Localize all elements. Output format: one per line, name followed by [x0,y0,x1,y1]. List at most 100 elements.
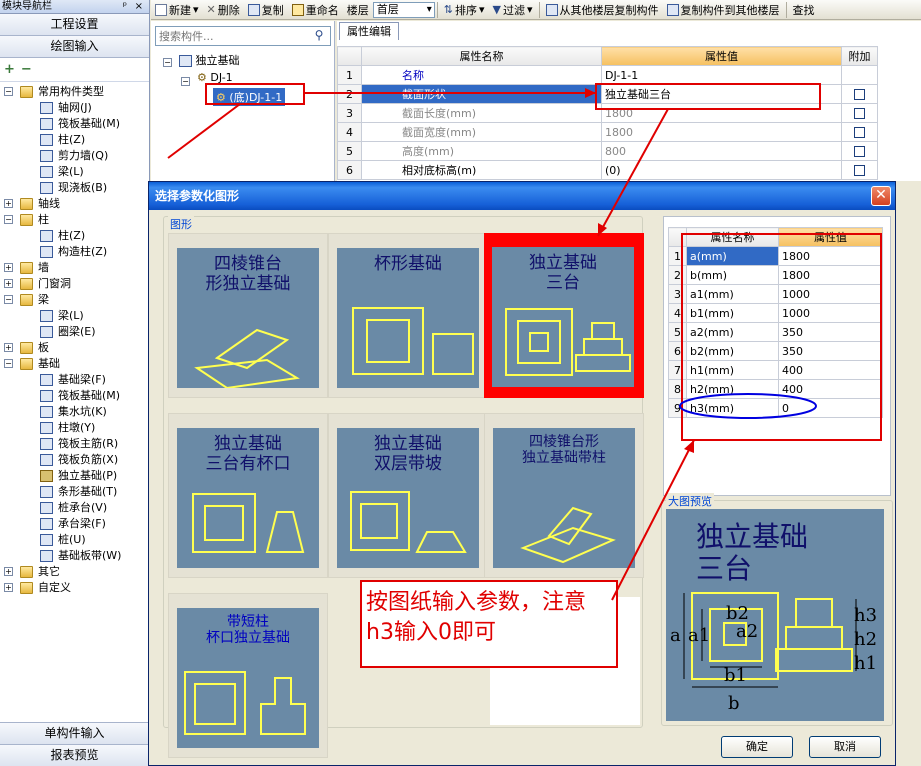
copy-to-floor-button[interactable]: 复制构件到其他楼层 [663,2,784,18]
property-value[interactable]: DJ-1-1 [601,65,842,85]
expand-icon[interactable]: + [4,279,13,288]
param-row[interactable]: 5 a2(mm) 350 [668,322,883,342]
param-value[interactable]: 400 [778,379,883,399]
copy-button[interactable]: 复制 [244,2,288,18]
shape-thumbnail[interactable]: 独立基础 双层带坡 [328,413,488,578]
tree-item[interactable]: 基础板带(W) [0,548,149,564]
shape-thumbnail[interactable]: 四棱锥台形 独立基础带柱 [484,413,644,578]
tree-folder[interactable]: + 墙 [0,260,149,276]
property-value[interactable]: 1800 [601,122,842,142]
comp-child-item[interactable]: ⚙ DJ-1 [197,71,233,84]
tree-item[interactable]: 构造柱(Z) [0,244,149,260]
tree-item[interactable]: 梁(L) [0,164,149,180]
copy-from-floor-button[interactable]: 从其他楼层复制构件 [542,2,663,18]
param-value[interactable]: 1000 [778,303,883,323]
collapse-all-icon[interactable]: − [21,62,32,77]
property-row[interactable]: 3 截面长度(mm) 1800 [337,103,878,123]
extra-checkbox[interactable] [854,127,865,138]
tree-item[interactable]: 条形基础(T) [0,484,149,500]
comp-root-item[interactable]: 独立基础 [179,52,240,68]
tree-folder[interactable]: + 自定义 [0,580,149,596]
ok-button[interactable]: 确定 [721,736,793,758]
tree-item[interactable]: 基础梁(F) [0,372,149,388]
property-row[interactable]: 4 截面宽度(mm) 1800 [337,122,878,142]
property-row[interactable]: 1 名称 DJ-1-1 [337,65,878,85]
param-value[interactable]: 1000 [778,284,883,304]
expand-icon[interactable]: + [4,263,13,272]
shape-thumbnail[interactable]: 杯形基础 [328,233,488,398]
rename-button[interactable]: 重命名 [288,2,343,18]
tree-item[interactable]: 梁(L) [0,308,149,324]
dialog-close-button[interactable]: ✕ [871,186,891,206]
extra-checkbox[interactable] [854,165,865,176]
tree-item[interactable]: 柱(Z) [0,132,149,148]
tree-item[interactable]: 集水坑(K) [0,404,149,420]
tree-folder[interactable]: − 基础 [0,356,149,372]
tree-toggle-root[interactable]: − [163,55,172,68]
param-row[interactable]: 3 a1(mm) 1000 [668,284,883,304]
tab-property-edit[interactable]: 属性编辑 [339,22,399,40]
tree-folder[interactable]: − 梁 [0,292,149,308]
comp-grandchild-item[interactable]: ⚙ (底)DJ-1-1 [213,88,286,106]
param-value[interactable]: 0 [778,398,883,418]
tree-item[interactable]: 桩(U) [0,532,149,548]
param-value[interactable]: 350 [778,341,883,361]
property-value[interactable]: 800 [601,141,842,161]
close-icon[interactable]: × [135,0,143,13]
expand-all-icon[interactable]: + [4,62,15,77]
shape-thumbnail[interactable]: 四棱锥台 形独立基础 [168,233,328,398]
drawing-input-button[interactable]: 绘图输入 [0,36,149,58]
tree-toggle-child[interactable]: − [181,74,190,87]
filter-button[interactable]: ▼ 过滤 ▾ [489,2,537,18]
tree-folder[interactable]: + 轴线 [0,196,149,212]
param-value[interactable]: 400 [778,360,883,380]
tree-item[interactable]: 筏板基础(M) [0,388,149,404]
tree-item[interactable]: 筏板负筋(X) [0,452,149,468]
component-search-input[interactable] [156,27,306,45]
expand-icon[interactable]: + [4,567,13,576]
tree-item[interactable]: 筏板主筋(R) [0,436,149,452]
sort-button[interactable]: ⇅ 排序 ▾ [440,2,489,18]
find-button[interactable]: 查找 [789,2,819,18]
collapse-icon[interactable]: − [4,359,13,368]
param-row[interactable]: 2 b(mm) 1800 [668,265,883,285]
param-value[interactable]: 1800 [778,265,883,285]
property-row[interactable]: 2 截面形状 独立基础三台 [337,84,878,104]
tree-folder[interactable]: − 常用构件类型 [0,84,149,100]
tree-item[interactable]: 柱(Z) [0,228,149,244]
extra-checkbox[interactable] [854,108,865,119]
tree-item[interactable]: 桩承台(V) [0,500,149,516]
tree-item[interactable]: 现浇板(B) [0,180,149,196]
cancel-button[interactable]: 取消 [809,736,881,758]
tree-folder[interactable]: − 柱 [0,212,149,228]
param-row[interactable]: 7 h1(mm) 400 [668,360,883,380]
param-row[interactable]: 1 a(mm) 1800 [668,246,883,266]
tree-item[interactable]: 剪力墙(Q) [0,148,149,164]
search-icon[interactable]: ⚲ [310,28,328,44]
param-row[interactable]: 9 h3(mm) 0 [668,398,883,418]
single-component-input-button[interactable]: 单构件输入 [0,722,149,744]
property-value[interactable]: (0) [601,160,842,180]
extra-checkbox[interactable] [854,146,865,157]
tree-item[interactable]: 柱墩(Y) [0,420,149,436]
shape-thumbnail[interactable]: 带短柱 杯口独立基础 [168,593,328,758]
shape-thumbnail[interactable]: 独立基础 三台有杯口 [168,413,328,578]
tree-folder[interactable]: + 其它 [0,564,149,580]
property-row[interactable]: 6 相对底标高(m) (0) [337,160,878,180]
property-row[interactable]: 5 高度(mm) 800 [337,141,878,161]
project-settings-button[interactable]: 工程设置 [0,14,149,36]
collapse-icon[interactable]: − [4,295,13,304]
param-row[interactable]: 6 b2(mm) 350 [668,341,883,361]
shape-thumbnail[interactable]: 独立基础 三台 [484,233,644,398]
floor-select[interactable]: 首层 [372,1,435,18]
expand-icon[interactable]: + [4,199,13,208]
param-value[interactable]: 1800 [778,246,883,266]
property-value[interactable]: 独立基础三台 [601,84,842,104]
param-value[interactable]: 350 [778,322,883,342]
delete-button[interactable]: ✕ 删除 [203,2,244,18]
tree-folder[interactable]: + 门窗洞 [0,276,149,292]
tree-item[interactable]: 承台梁(F) [0,516,149,532]
tree-item[interactable]: 独立基础(P) [0,468,149,484]
tree-folder[interactable]: + 板 [0,340,149,356]
param-row[interactable]: 4 b1(mm) 1000 [668,303,883,323]
